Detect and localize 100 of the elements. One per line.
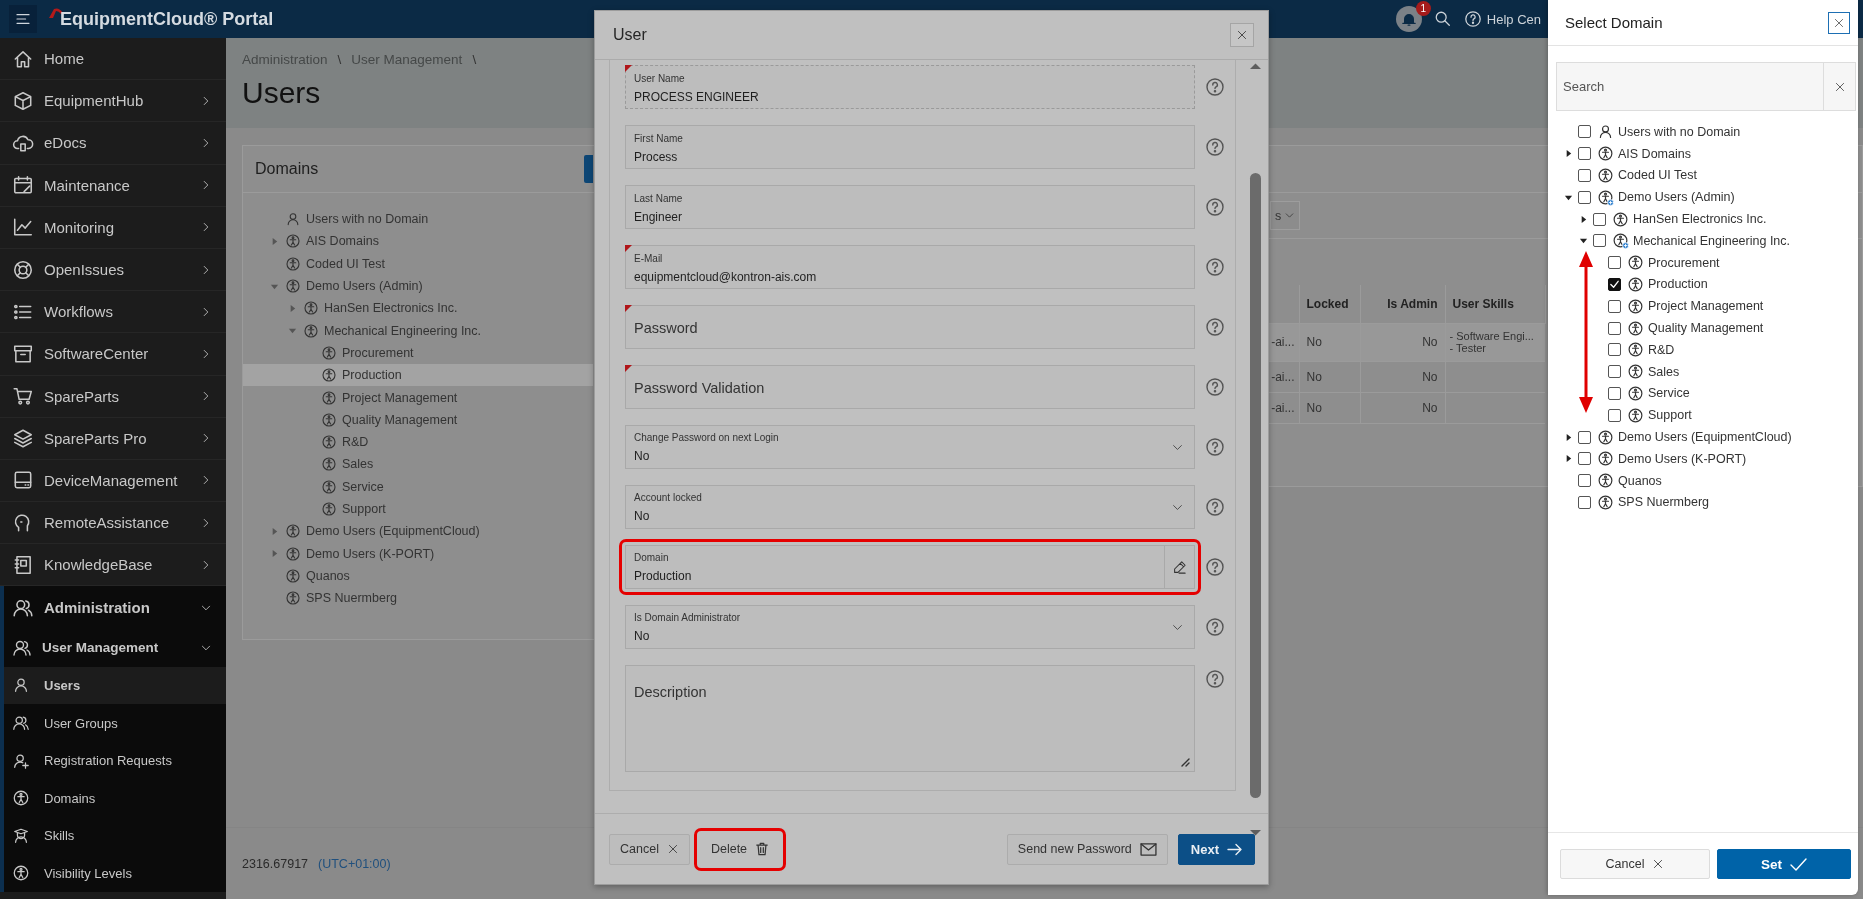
breadcrumb-separator: \ (337, 52, 342, 67)
checkbox[interactable] (1608, 408, 1621, 422)
tree-item[interactable]: Procurement (243, 341, 593, 365)
set-button[interactable]: Set (1717, 849, 1851, 879)
checkbox[interactable] (1593, 234, 1606, 248)
select-field[interactable]: Is Domain Administrator No (625, 605, 1195, 649)
tree-item[interactable]: Project Management (243, 386, 593, 409)
triangle-right-icon[interactable] (1564, 454, 1573, 464)
tree-item[interactable]: Demo Users (Admin) (1548, 186, 1858, 209)
tree-item[interactable]: Coded UI Test (1548, 164, 1858, 187)
tree-item[interactable]: Project Management (1548, 295, 1858, 318)
tree-item[interactable]: Coded UI Test (243, 252, 593, 275)
menu-button[interactable] (9, 5, 37, 33)
checkbox[interactable] (1578, 430, 1591, 444)
next-button[interactable]: Next (1177, 833, 1255, 865)
tree-item[interactable]: HanSen Electronics Inc. (243, 297, 593, 320)
send-password-button[interactable]: Send new Password (1006, 833, 1168, 865)
filter-button[interactable]: s (1270, 201, 1301, 230)
checkbox[interactable] (1593, 212, 1606, 226)
text-field[interactable]: Last Name Engineer (625, 185, 1195, 229)
sidebar-item[interactable]: Domains (4, 779, 226, 817)
checkbox[interactable] (1608, 386, 1621, 400)
tree-item[interactable]: Demo Users (EquipmentCloud) (1548, 426, 1858, 448)
notifications-button[interactable] (1395, 6, 1422, 32)
column-header[interactable]: Locked (1299, 285, 1360, 323)
triangle-right-icon[interactable] (1579, 214, 1588, 224)
tree-item[interactable]: SPS Nuermberg (243, 587, 593, 610)
tree-item[interactable]: Users with no Domain (1548, 121, 1858, 143)
person-circle-icon (285, 233, 301, 250)
checkbox[interactable] (1578, 125, 1591, 139)
checkbox[interactable] (1578, 495, 1591, 509)
triangle-down-icon[interactable] (1579, 236, 1588, 246)
triangle-right-icon[interactable] (1564, 149, 1573, 159)
tree-item[interactable]: Sales (243, 453, 593, 476)
cancel-button[interactable]: Cancel (1560, 849, 1710, 879)
triangle-right-icon[interactable] (1564, 432, 1573, 442)
tree-item[interactable]: SPS Nuermberg (1548, 491, 1858, 514)
tree-item[interactable]: Service (243, 475, 593, 498)
checkbox[interactable] (1578, 190, 1591, 204)
checkbox[interactable] (1608, 277, 1621, 291)
cart-icon (12, 385, 34, 408)
help-link[interactable]: Help Cen (1463, 10, 1541, 28)
tree-item[interactable]: Mechanical Engineering Inc. (1548, 230, 1858, 252)
sidebar-item[interactable]: User Groups (4, 704, 226, 742)
checkbox[interactable] (1608, 343, 1621, 357)
tree-item[interactable]: AIS Domains (1548, 142, 1858, 165)
tree-item[interactable]: Quanos (243, 564, 593, 588)
tree-item[interactable]: Quanos (1548, 469, 1858, 492)
tree-item[interactable]: AIS Domains (243, 230, 593, 253)
delete-button[interactable]: Delete (699, 833, 781, 865)
select-field[interactable]: Change Password on next Login No (625, 425, 1195, 469)
search-field[interactable]: Search (1556, 62, 1824, 111)
tree-item[interactable]: Service (1548, 382, 1858, 405)
tree-item[interactable]: Procurement (1548, 251, 1858, 274)
column-header[interactable]: Is Admin (1360, 285, 1445, 323)
checkbox[interactable] (1608, 321, 1621, 335)
sidebar-item[interactable]: User Management (4, 628, 226, 667)
tree-item[interactable]: Demo Users (K-PORT) (243, 542, 593, 565)
tree-item[interactable]: Demo Users (Admin) (243, 274, 593, 298)
tree-item[interactable]: Users with no Domain (243, 208, 593, 231)
password-field[interactable]: Password (625, 305, 1195, 349)
tree-item[interactable]: Quality Management (1548, 317, 1858, 339)
sidebar-item[interactable]: Visibility Levels (4, 854, 226, 893)
tree-item[interactable]: HanSen Electronics Inc. (1548, 208, 1858, 230)
text-field[interactable]: First Name Process (625, 125, 1195, 169)
close-button[interactable] (1230, 23, 1254, 47)
picker-field[interactable]: Domain Production (625, 545, 1195, 589)
tree-item[interactable]: Support (1548, 404, 1858, 427)
checkbox[interactable] (1578, 169, 1591, 182)
sidebar-item[interactable]: Registration Requests (4, 741, 226, 780)
tree-item[interactable]: Quality Management (243, 408, 593, 431)
sidebar-item[interactable]: Skills (4, 817, 226, 855)
column-header[interactable]: User Skills (1445, 285, 1545, 323)
cancel-button[interactable]: Cancel (609, 833, 690, 865)
sidebar-item[interactable]: Users (4, 666, 226, 705)
checkbox[interactable] (1608, 365, 1621, 379)
checkbox[interactable] (1608, 256, 1621, 270)
tree-item[interactable]: Demo Users (K-PORT) (1548, 447, 1858, 470)
password-field[interactable]: Password Validation (625, 365, 1195, 409)
sidebar-item[interactable]: Administration (4, 586, 226, 629)
close-button[interactable] (1828, 11, 1850, 34)
tree-item[interactable]: Production (243, 364, 593, 387)
sidebar-item[interactable]: Maintenance (0, 164, 226, 207)
text-area[interactable]: Description (625, 665, 1195, 772)
text-field[interactable]: User Name PROCESS ENGINEER (625, 65, 1195, 109)
text-field[interactable]: E-Mail equipmentcloud@kontron-ais.com (625, 245, 1195, 289)
tree-item[interactable]: Mechanical Engineering Inc. (243, 319, 593, 342)
checkbox[interactable] (1578, 147, 1591, 161)
checkbox[interactable] (1578, 474, 1591, 488)
sidebar-item[interactable]: OpenIssues (0, 248, 226, 292)
checkbox[interactable] (1578, 452, 1591, 466)
tree-item[interactable]: Demo Users (EquipmentCloud) (243, 520, 593, 543)
tree-item[interactable]: Sales (1548, 360, 1858, 383)
checkbox[interactable] (1608, 299, 1621, 313)
tree-item[interactable]: R&D (1548, 338, 1858, 361)
search-icon[interactable] (1433, 10, 1452, 28)
tree-item[interactable]: Support (243, 497, 593, 521)
select-field[interactable]: Account locked No (625, 485, 1195, 529)
tree-item[interactable]: Production (1548, 273, 1858, 296)
tree-item[interactable]: R&D (243, 430, 593, 454)
